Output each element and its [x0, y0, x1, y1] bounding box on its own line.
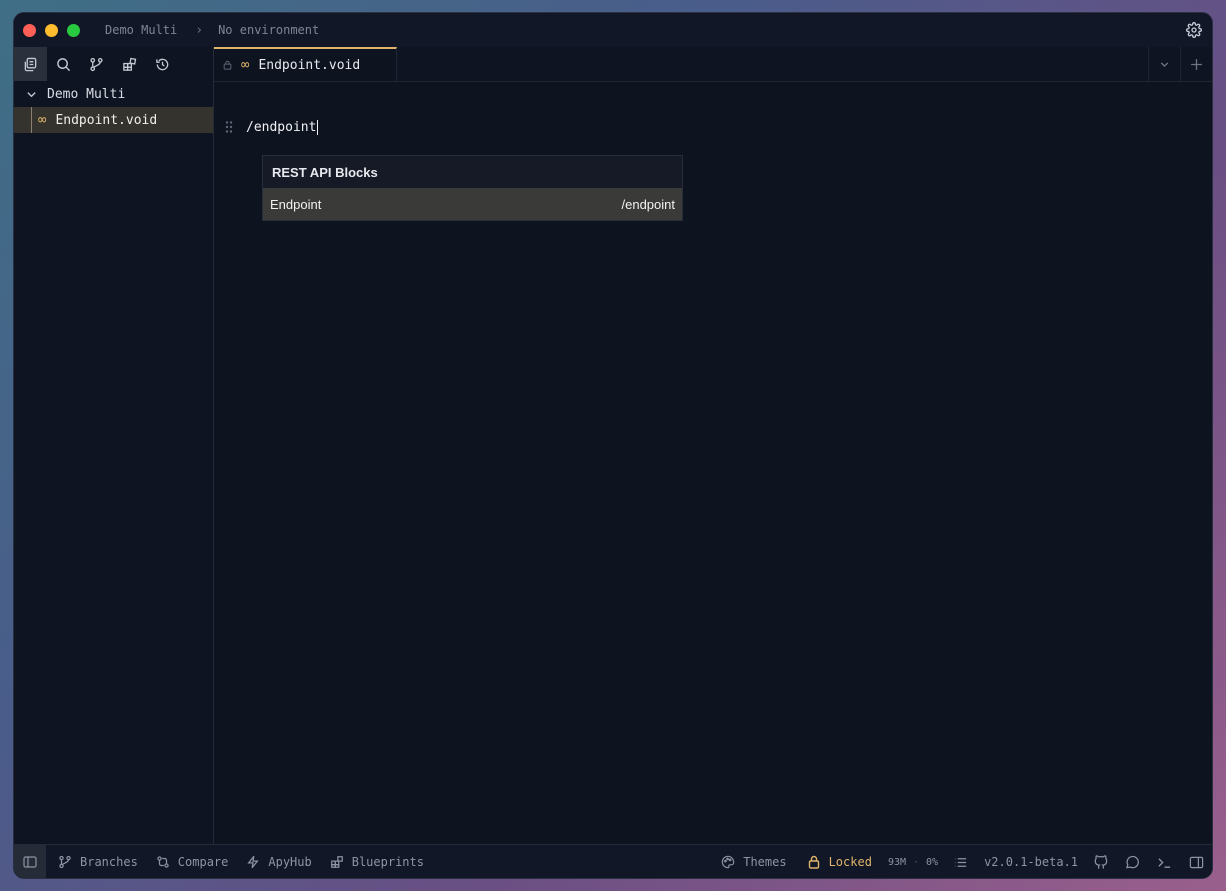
editor-block[interactable]: /endpoint: [224, 118, 319, 136]
compare-label: Compare: [177, 854, 229, 869]
chat-icon[interactable]: [1116, 855, 1148, 870]
apyhub-button[interactable]: ApyHub: [246, 854, 312, 869]
branches-label: Branches: [80, 854, 138, 869]
app-window: Demo Multi › No environment Demo Multi ∞…: [13, 12, 1213, 879]
lock-icon: [808, 855, 819, 869]
status-bar: Branches Compare ApyHub Blueprints Theme…: [14, 844, 1212, 878]
tree-root-folder[interactable]: Demo Multi: [14, 81, 213, 107]
github-icon[interactable]: [1084, 854, 1116, 870]
menu-group-heading: REST API Blocks: [272, 164, 378, 180]
infinity-icon: ∞: [241, 57, 250, 73]
chevron-right-icon: ›: [195, 22, 204, 38]
separator-dot: ·: [913, 856, 920, 868]
chevron-down-icon: [27, 91, 36, 97]
menu-item-endpoint[interactable]: Endpoint /endpoint: [263, 188, 682, 220]
close-window-button[interactable]: [23, 23, 36, 37]
tree-item-endpoint[interactable]: ∞ Endpoint.void: [14, 107, 213, 133]
editor-area: ∞ Endpoint.void /endpoint REST API Block…: [214, 47, 1212, 844]
add-tab-button[interactable]: [1180, 47, 1212, 81]
minimize-window-button[interactable]: [45, 23, 58, 37]
branch-icon: [59, 855, 71, 868]
memory-usage: 93M: [887, 856, 906, 868]
tab-label: Endpoint.void: [258, 57, 361, 73]
tab-endpoint[interactable]: ∞ Endpoint.void: [214, 47, 397, 81]
cpu-usage: 0%: [926, 856, 939, 868]
editor-command-text: /endpoint: [246, 119, 317, 135]
version-label: v2.0.1-beta.1: [984, 855, 1078, 869]
menu-item-label: Endpoint: [270, 196, 322, 212]
plus-icon: [1191, 58, 1202, 70]
tree-root-label: Demo Multi: [47, 86, 126, 102]
breadcrumb: Demo Multi › No environment: [105, 23, 319, 38]
search-icon[interactable]: [47, 47, 80, 81]
history-icon[interactable]: [146, 47, 179, 81]
editor-input[interactable]: /endpoint: [246, 119, 319, 135]
lock-icon[interactable]: [223, 60, 232, 70]
blocks-icon: [330, 855, 343, 868]
gear-icon[interactable]: [1186, 22, 1202, 38]
apyhub-label: ApyHub: [268, 854, 312, 869]
chevron-down-icon[interactable]: [1148, 47, 1180, 81]
status-bar-right: Themes Locked 93M · 0% v2.0.1-beta.1: [711, 845, 1212, 878]
blueprints-button[interactable]: Blueprints: [330, 855, 424, 869]
themes-button[interactable]: Themes: [721, 855, 787, 869]
locked-label: Locked: [828, 855, 872, 869]
compare-icon: [157, 855, 169, 868]
palette-icon: [722, 855, 735, 869]
sidebar-toolbar: [14, 47, 213, 81]
lightning-icon: [247, 855, 260, 868]
branch-icon[interactable]: [80, 47, 113, 81]
sidebar: Demo Multi ∞ Endpoint.void: [14, 47, 214, 844]
blueprints-label: Blueprints: [351, 854, 424, 869]
title-bar: Demo Multi › No environment: [14, 13, 1212, 47]
branches-button[interactable]: Branches: [58, 855, 138, 869]
tab-bar: ∞ Endpoint.void: [214, 47, 1212, 82]
list-icon[interactable]: [944, 855, 976, 870]
infinity-icon: ∞: [38, 112, 47, 128]
tree-item-label: Endpoint.void: [55, 112, 158, 128]
tab-actions: [1148, 47, 1212, 81]
breadcrumb-project[interactable]: Demo Multi: [105, 23, 177, 37]
slash-command-menu: REST API Blocks Endpoint /endpoint: [262, 155, 683, 221]
text-caret: [317, 119, 319, 135]
themes-label: Themes: [743, 855, 787, 869]
window-controls: [23, 23, 80, 37]
drag-handle-icon[interactable]: [224, 120, 234, 134]
files-icon[interactable]: [14, 47, 47, 81]
maximize-window-button[interactable]: [67, 23, 80, 37]
compare-button[interactable]: Compare: [156, 854, 229, 869]
sidebar-toggle-icon[interactable]: [14, 844, 46, 878]
locked-toggle[interactable]: Locked: [807, 855, 872, 869]
environment-selector[interactable]: No environment: [218, 23, 319, 37]
terminal-icon[interactable]: [1148, 855, 1180, 870]
blocks-icon[interactable]: [113, 47, 146, 81]
right-panel-toggle-icon[interactable]: [1180, 855, 1212, 870]
menu-item-shortcut: /endpoint: [621, 196, 676, 212]
